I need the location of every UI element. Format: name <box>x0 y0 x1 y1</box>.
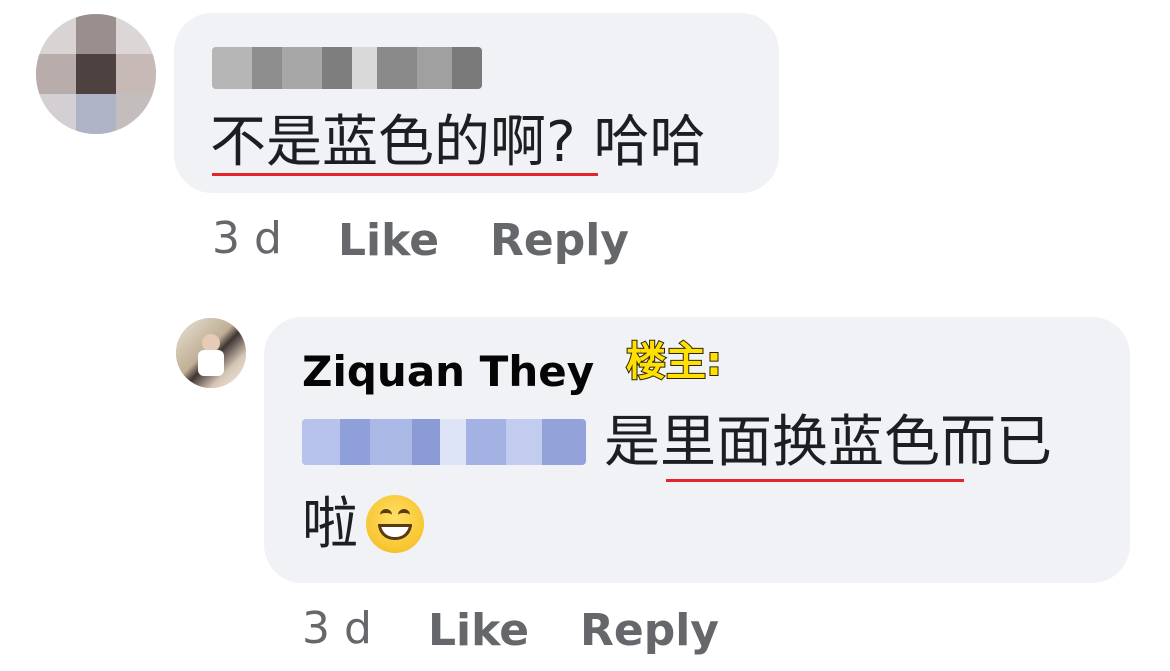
reply-text-rest: 而已 <box>940 410 1052 475</box>
commenter-avatar-blurred[interactable] <box>36 14 156 134</box>
comment-timestamp: 3 d <box>212 213 282 264</box>
comment-text: 不是蓝色的啊? 哈哈 <box>210 111 706 175</box>
highlight-underline <box>212 173 598 176</box>
highlight-underline <box>666 479 964 482</box>
mentioned-user-blurred[interactable] <box>302 419 586 465</box>
reply-button[interactable]: Reply <box>490 216 629 266</box>
like-button[interactable]: Like <box>338 216 439 266</box>
reply-text-line-1: 是里面换蓝色而已 <box>604 411 1052 475</box>
comment-bubble: 不是蓝色的啊? 哈哈 <box>174 13 779 193</box>
reply-text-line-2: 啦 <box>302 492 358 557</box>
comment-text-rest: 哈哈 <box>575 110 706 175</box>
author-name[interactable]: Ziquan They <box>302 347 594 397</box>
reply-button[interactable]: Reply <box>580 606 719 656</box>
reply-timestamp: 3 d <box>302 603 372 654</box>
thread-starter-tag: 楼主: <box>625 338 723 386</box>
reply-text-prefix: 是 <box>604 410 660 475</box>
commenter-name-blurred[interactable] <box>212 47 482 89</box>
comment-text-underlined: 不是蓝色的啊? <box>210 110 576 175</box>
like-button[interactable]: Like <box>428 606 529 656</box>
grinning-face-icon <box>366 495 424 553</box>
author-avatar[interactable] <box>176 318 246 388</box>
reply-bubble: Ziquan They 楼主: 是里面换蓝色而已 啦 <box>264 317 1130 583</box>
reply-text-underlined: 里面换蓝色 <box>660 410 940 475</box>
